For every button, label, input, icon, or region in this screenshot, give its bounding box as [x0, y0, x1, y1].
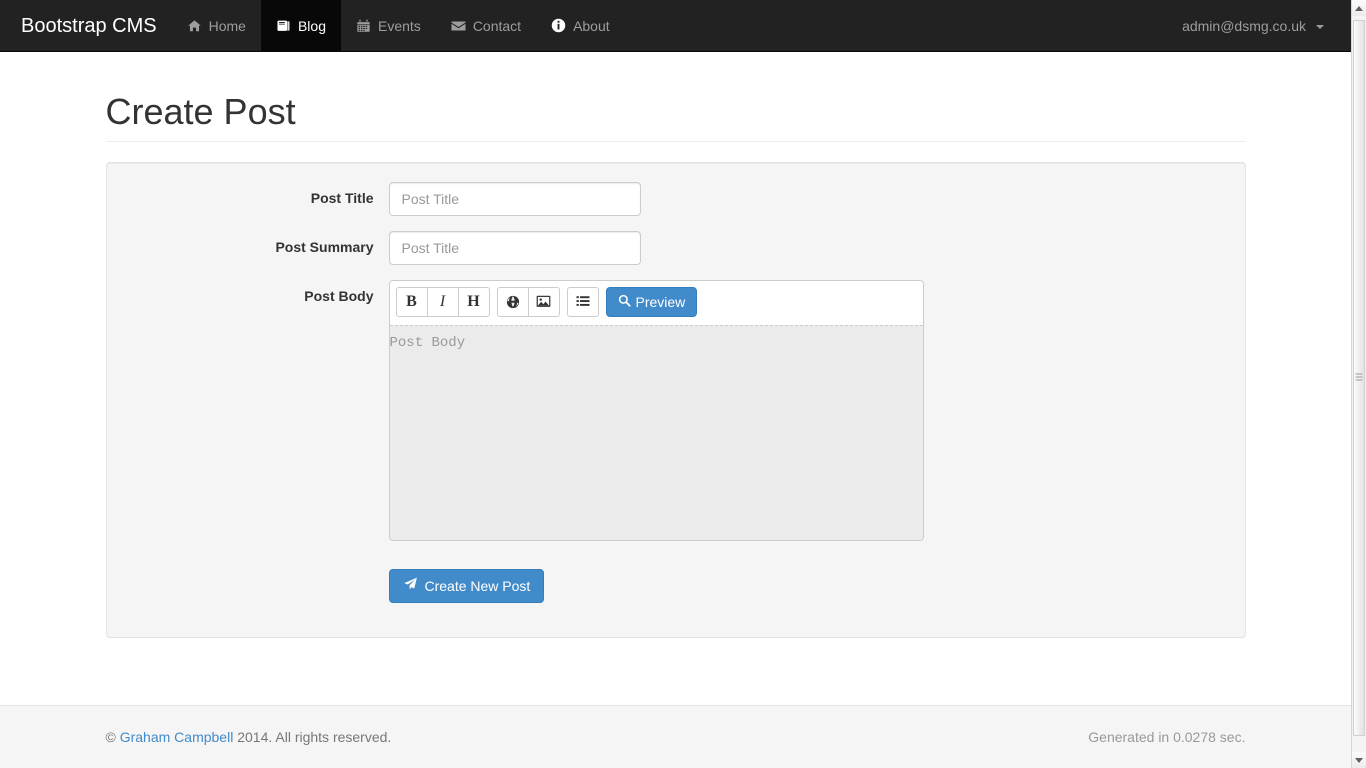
toolbar-group-insert — [496, 286, 560, 317]
toolbar-group-list — [566, 286, 599, 317]
nav-link-blog[interactable]: Blog — [260, 0, 341, 51]
create-new-post-label: Create New Post — [424, 577, 531, 594]
nav-item-contact: Contact — [436, 0, 536, 51]
post-body-textarea[interactable] — [389, 324, 923, 540]
calendar-icon — [356, 18, 371, 33]
markdown-body-area — [389, 324, 923, 540]
content-container: Create Post Post Title Post Summary — [91, 92, 1261, 638]
control-area-post-summary — [388, 230, 1226, 265]
book-icon — [276, 18, 291, 33]
create-post-form-panel: Post Title Post Summary Po — [105, 161, 1246, 638]
chevron-down-icon — [1355, 757, 1363, 763]
globe-icon — [506, 295, 520, 309]
home-icon — [187, 18, 202, 33]
page-footer: © Graham Campbell 2014. All rights reser… — [0, 705, 1351, 768]
scrollbar-down-button[interactable] — [1352, 752, 1366, 768]
list-icon — [576, 295, 590, 308]
bold-glyph: B — [406, 292, 417, 310]
navbar-nav: Home Blog Events Contact About — [172, 0, 625, 51]
scrollbar-up-button[interactable] — [1352, 0, 1366, 16]
account-email-label: admin@dsmg.co.uk — [1182, 17, 1306, 34]
preview-button[interactable]: Preview — [605, 286, 698, 317]
navbar-right: admin@dsmg.co.uk — [1167, 0, 1351, 51]
label-post-body: Post Body — [304, 287, 374, 304]
form-group-post-body: Post Body B I H Preview Post Body Create… — [126, 279, 1226, 603]
italic-button[interactable]: I — [426, 286, 459, 317]
scrollbar-grip-icon — [1355, 373, 1363, 383]
heading-button[interactable]: H — [457, 286, 490, 317]
form-group-post-summary: Post Summary — [126, 230, 1226, 265]
form-group-post-title: Post Title — [126, 181, 1226, 216]
paper-plane-icon — [403, 577, 418, 594]
nav-label-about: About — [573, 17, 610, 34]
top-navbar: Bootstrap CMS Home Blog Events Contact A… — [0, 0, 1351, 52]
page-content: Create Post Post Title Post Summary — [0, 52, 1351, 705]
heading-glyph: H — [467, 292, 480, 310]
control-area-post-body: B I H Preview Post Body Create New Post — [388, 279, 1226, 603]
account-dropdown-toggle[interactable]: admin@dsmg.co.uk — [1167, 0, 1351, 51]
italic-glyph: I — [439, 292, 446, 310]
label-post-summary: Post Summary — [275, 238, 374, 255]
footer-copyright: © Graham Campbell 2014. All rights reser… — [106, 729, 392, 745]
footer-author-link[interactable]: Graham Campbell — [120, 729, 234, 745]
nav-link-events[interactable]: Events — [341, 0, 436, 51]
info-circle-icon — [551, 18, 566, 33]
toolbar-group-text-styles: B I H — [395, 286, 490, 317]
page-header: Create Post — [105, 91, 1246, 142]
post-summary-input[interactable] — [388, 230, 641, 265]
envelope-icon — [451, 18, 466, 33]
vertical-scrollbar[interactable] — [1351, 0, 1366, 768]
list-button[interactable] — [566, 286, 599, 317]
link-button[interactable] — [496, 286, 529, 317]
copyright-symbol: © — [105, 729, 116, 745]
nav-link-contact[interactable]: Contact — [436, 0, 536, 51]
search-icon — [618, 294, 631, 310]
post-title-input[interactable] — [388, 181, 641, 216]
create-post-form: Post Title Post Summary Po — [126, 181, 1226, 603]
nav-item-about: About — [536, 0, 625, 51]
nav-item-events: Events — [341, 0, 436, 51]
markdown-toolbar: B I H Preview — [389, 280, 923, 325]
image-button[interactable] — [527, 286, 560, 317]
control-area-post-title — [388, 181, 1226, 216]
chevron-up-icon — [1355, 5, 1363, 11]
nav-label-contact: Contact — [472, 17, 522, 34]
nav-item-home: Home — [172, 0, 261, 51]
nav-label-blog: Blog — [297, 17, 326, 34]
nav-link-home[interactable]: Home — [172, 0, 261, 51]
bold-button[interactable]: B — [395, 286, 428, 317]
scrollbar-track[interactable] — [1352, 16, 1366, 752]
browser-viewport: Bootstrap CMS Home Blog Events Contact A… — [0, 0, 1366, 768]
nav-label-events: Events — [378, 17, 421, 34]
nav-link-about[interactable]: About — [536, 0, 625, 51]
caret-down-icon — [1316, 24, 1324, 29]
nav-item-blog: Blog — [260, 0, 341, 51]
footer-rights-text: 2014. All rights reserved. — [237, 729, 392, 745]
nav-label-home: Home — [208, 17, 246, 34]
create-new-post-button[interactable]: Create New Post — [388, 568, 545, 603]
picture-icon — [536, 295, 551, 308]
markdown-editor: B I H Preview Post Body — [388, 279, 924, 541]
label-post-title: Post Title — [310, 189, 374, 206]
scrollbar-thumb[interactable] — [1353, 20, 1365, 736]
preview-button-label: Preview — [635, 293, 686, 310]
navbar-brand[interactable]: Bootstrap CMS — [0, 0, 172, 51]
footer-generated-time: Generated in 0.0278 sec. — [1088, 729, 1246, 745]
page-title: Create Post — [105, 91, 296, 132]
